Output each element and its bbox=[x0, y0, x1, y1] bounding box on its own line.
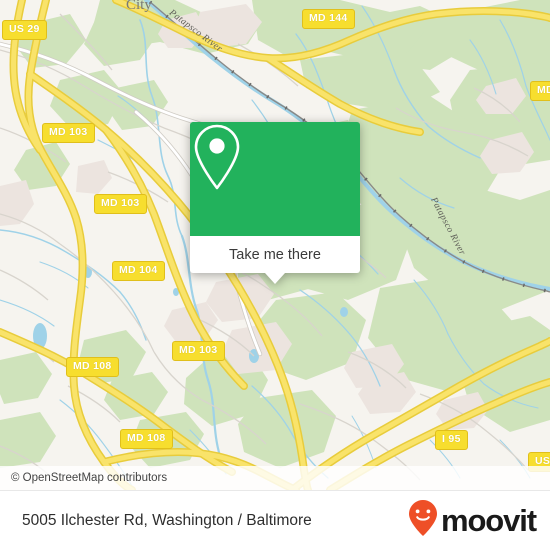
road-shield: MD bbox=[530, 81, 550, 101]
popup-pointer-tail bbox=[265, 273, 285, 284]
road-shield: MD 103 bbox=[172, 341, 225, 361]
popup-action-bar[interactable]: Take me there bbox=[190, 236, 360, 273]
map-attribution-bar: © OpenStreetMap contributors bbox=[0, 466, 550, 490]
location-popup[interactable]: Take me there bbox=[190, 122, 360, 284]
map-screen: City Patapsco River Patapsco River US 29 M… bbox=[0, 0, 550, 550]
moovit-logo[interactable]: moovit bbox=[408, 499, 537, 542]
attribution-text: © OpenStreetMap contributors bbox=[11, 472, 168, 484]
map-canvas[interactable]: City Patapsco River Patapsco River US 29 M… bbox=[0, 0, 550, 490]
moovit-wordmark: moovit bbox=[440, 502, 537, 538]
bottom-info-bar: 5005 Ilchester Rd, Washington / Baltimor… bbox=[0, 490, 550, 550]
road-shield: MD 108 bbox=[66, 357, 119, 377]
road-shield: MD 108 bbox=[120, 429, 173, 449]
take-me-there-label: Take me there bbox=[229, 246, 321, 263]
road-shield: US 29 bbox=[2, 20, 47, 40]
road-shield: MD 103 bbox=[94, 194, 147, 214]
road-shield: I 95 bbox=[435, 430, 468, 450]
popup-marker-area bbox=[190, 122, 360, 236]
moovit-pin-icon bbox=[408, 499, 438, 542]
address-label: 5005 Ilchester Rd, Washington / Baltimor… bbox=[22, 511, 312, 529]
road-shield: MD 103 bbox=[42, 123, 95, 143]
place-label: City bbox=[126, 0, 152, 13]
road-shield: MD 104 bbox=[112, 261, 165, 281]
road-shield: MD 144 bbox=[302, 9, 355, 29]
